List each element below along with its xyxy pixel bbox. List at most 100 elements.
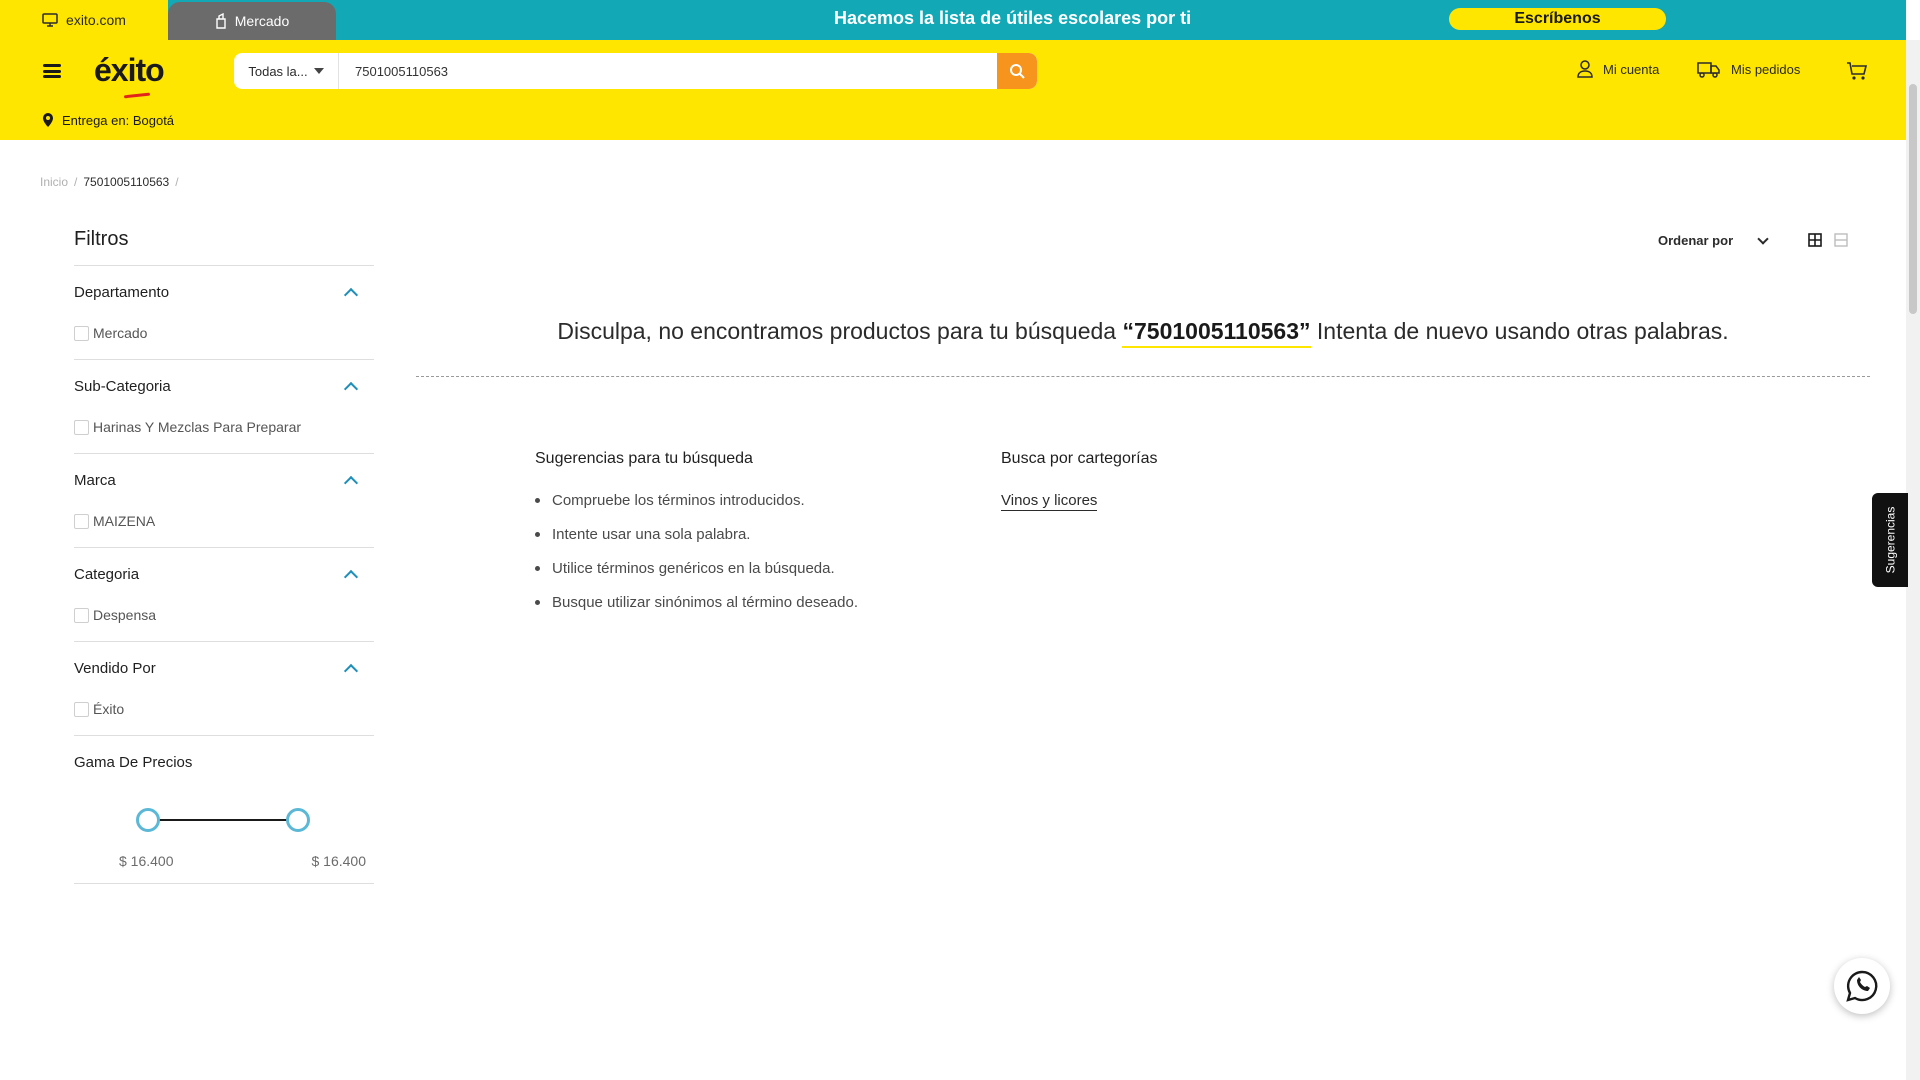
no-results-text: Disculpa, no encontramos productos para … bbox=[557, 318, 1123, 344]
list-view-button[interactable] bbox=[1834, 233, 1848, 252]
category-links: Busca por cartegorías Vinos y licores bbox=[1001, 450, 1158, 511]
price-max-handle[interactable] bbox=[286, 808, 310, 832]
search-icon bbox=[1010, 64, 1025, 79]
filter-option[interactable]: Despensa bbox=[74, 607, 374, 623]
caret-down-icon bbox=[313, 68, 324, 74]
sort-dropdown[interactable]: Ordenar por bbox=[1658, 232, 1769, 248]
price-max-label: $ 16.400 bbox=[311, 853, 367, 869]
filter-group-departamento: Departamento Mercado bbox=[74, 266, 374, 360]
filter-group-header[interactable]: Departamento bbox=[74, 284, 374, 302]
filter-group-header[interactable]: Sub-Categoria bbox=[74, 378, 374, 396]
filter-group-categoria: Categoria Despensa bbox=[74, 548, 374, 642]
suggestions-list: Compruebe los términos introducidos. Int… bbox=[535, 492, 858, 611]
search-term: “7501005110563” bbox=[1122, 318, 1311, 348]
chevron-up-icon[interactable] bbox=[343, 381, 359, 396]
whatsapp-button[interactable] bbox=[1834, 958, 1890, 1014]
chevron-up-icon[interactable] bbox=[343, 475, 359, 490]
bag-icon bbox=[216, 13, 226, 29]
user-icon bbox=[1577, 60, 1593, 78]
orders-label: Mis pedidos bbox=[1731, 61, 1801, 77]
search-input[interactable] bbox=[339, 53, 997, 89]
bullet bbox=[535, 532, 540, 537]
search-category-value: Todas la... bbox=[248, 63, 308, 79]
list-view-icon bbox=[1834, 233, 1848, 247]
filter-group-header[interactable]: Categoria bbox=[74, 566, 374, 584]
breadcrumb-separator: / bbox=[74, 175, 78, 189]
filter-option-label: MAIZENA bbox=[93, 513, 156, 529]
sort-label: Ordenar por bbox=[1658, 233, 1734, 248]
breadcrumb-home[interactable]: Inicio bbox=[40, 175, 68, 189]
price-min-handle[interactable] bbox=[136, 808, 160, 832]
account-link[interactable]: Mi cuenta bbox=[1577, 60, 1659, 78]
delivery-location[interactable]: Entrega en: Bogotá bbox=[42, 112, 174, 128]
filter-option[interactable]: Harinas Y Mezclas Para Preparar bbox=[74, 419, 374, 435]
filters-panel: Filtros Departamento Mercado Sub-Categor… bbox=[74, 228, 374, 884]
monitor-icon bbox=[42, 13, 58, 27]
cart-button[interactable] bbox=[1846, 61, 1868, 86]
logo[interactable]: éxito bbox=[94, 52, 165, 89]
suggestion-text: Utilice términos genéricos en la búsqued… bbox=[552, 560, 835, 577]
no-results-message: Disculpa, no encontramos productos para … bbox=[416, 318, 1870, 348]
filter-group-label: Departamento bbox=[74, 284, 170, 301]
search-button[interactable] bbox=[997, 53, 1037, 89]
suggestion-text: Busque utilizar sinónimos al término des… bbox=[552, 594, 858, 611]
price-filter-label: Gama De Precios bbox=[74, 754, 193, 771]
list-item: Utilice términos genéricos en la búsqued… bbox=[535, 560, 858, 577]
tab-mercado[interactable]: Mercado bbox=[168, 2, 336, 40]
tab-exito[interactable]: exito.com bbox=[0, 0, 168, 40]
filter-checkbox[interactable] bbox=[74, 607, 89, 623]
chevron-up-icon[interactable] bbox=[343, 663, 359, 678]
tab-exito-label: exito.com bbox=[66, 12, 126, 28]
filter-group-label: Vendido Por bbox=[74, 660, 156, 677]
filter-checkbox[interactable] bbox=[74, 325, 89, 341]
scrollbar[interactable] bbox=[1906, 40, 1920, 1080]
bullet bbox=[535, 600, 540, 605]
tab-mercado-label: Mercado bbox=[234, 13, 290, 29]
grid-view-button[interactable] bbox=[1808, 233, 1822, 252]
truck-icon bbox=[1697, 62, 1720, 78]
filter-option[interactable]: Éxito bbox=[74, 701, 374, 717]
filter-group-header: Gama De Precios bbox=[74, 754, 374, 771]
price-min-label: $ 16.400 bbox=[119, 853, 174, 869]
menu-icon[interactable] bbox=[43, 62, 61, 80]
scroll-thumb[interactable] bbox=[1909, 84, 1917, 314]
account-label: Mi cuenta bbox=[1603, 61, 1660, 77]
filter-group-label: Marca bbox=[74, 472, 116, 489]
filter-option-label: Éxito bbox=[93, 701, 125, 717]
filter-group-subcategoria: Sub-Categoria Harinas Y Mezclas Para Pre… bbox=[74, 360, 374, 454]
filter-option[interactable]: MAIZENA bbox=[74, 513, 374, 529]
chevron-up-icon[interactable] bbox=[343, 287, 359, 302]
categories-title: Busca por cartegorías bbox=[1001, 450, 1158, 467]
list-item: Compruebe los términos introducidos. bbox=[535, 492, 858, 509]
price-range-track bbox=[148, 819, 298, 821]
filter-option-label: Despensa bbox=[93, 607, 157, 623]
delivery-label: Entrega en: Bogotá bbox=[62, 112, 175, 128]
suggestions-side-tab[interactable]: Sugerencias bbox=[1872, 493, 1908, 587]
filter-option-label: Mercado bbox=[93, 325, 148, 341]
search-bar: Todas la... bbox=[234, 53, 1037, 89]
bullet bbox=[535, 498, 540, 503]
logo-accent bbox=[123, 92, 151, 99]
grid-view-icon bbox=[1808, 233, 1822, 247]
filter-checkbox[interactable] bbox=[74, 513, 89, 529]
filter-checkbox[interactable] bbox=[74, 701, 89, 717]
filter-checkbox[interactable] bbox=[74, 419, 89, 435]
price-range-labels: $ 16.400 $ 16.400 bbox=[74, 853, 374, 869]
filter-group-label: Categoria bbox=[74, 566, 140, 583]
filter-group-header[interactable]: Marca bbox=[74, 472, 374, 490]
suggestion-text: Intente usar una sola palabra. bbox=[552, 526, 751, 543]
bullet bbox=[535, 566, 540, 571]
filter-option-label: Harinas Y Mezclas Para Preparar bbox=[93, 419, 302, 435]
price-range-slider[interactable] bbox=[74, 793, 374, 853]
divider bbox=[416, 376, 1870, 377]
chevron-up-icon[interactable] bbox=[343, 569, 359, 584]
suggestions-title: Sugerencias para tu búsqueda bbox=[535, 450, 753, 467]
filter-option[interactable]: Mercado bbox=[74, 325, 374, 341]
search-category-select[interactable]: Todas la... bbox=[234, 53, 339, 89]
whatsapp-promo-button[interactable]: Escríbenos bbox=[1449, 8, 1666, 30]
breadcrumb-current: 7501005110563 bbox=[83, 175, 170, 189]
chevron-down-icon bbox=[1757, 232, 1769, 245]
category-link[interactable]: Vinos y licores bbox=[1001, 492, 1098, 511]
filter-group-header[interactable]: Vendido Por bbox=[74, 660, 374, 678]
orders-link[interactable]: Mis pedidos bbox=[1697, 60, 1800, 78]
